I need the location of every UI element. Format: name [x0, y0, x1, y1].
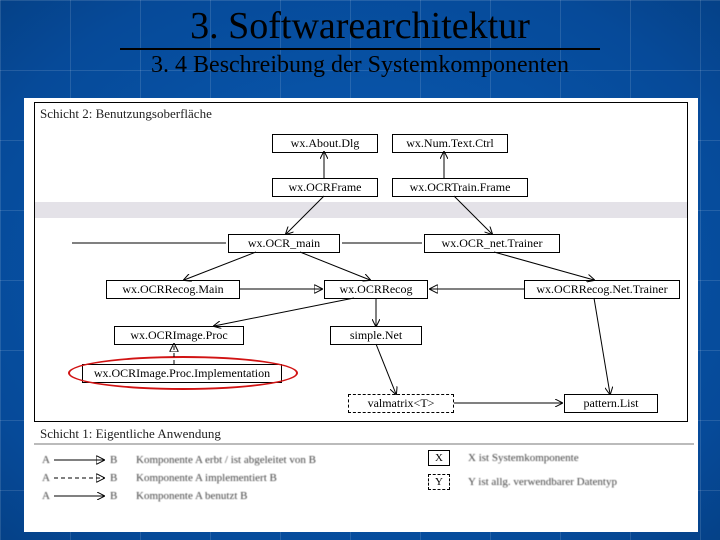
- comp-simple-net: simple.Net: [330, 326, 422, 345]
- legend-a-2: A: [42, 472, 50, 484]
- page-subtitle: 3. 4 Beschreibung der Systemkomponenten: [0, 52, 720, 79]
- legend-b-1: B: [110, 454, 117, 466]
- comp-ocr-image-proc: wx.OCRImage.Proc: [114, 326, 244, 345]
- comp-num-text-ctrl: wx.Num.Text.Ctrl: [392, 134, 508, 153]
- legend-a-3: A: [42, 490, 50, 502]
- legend-x-box: X: [428, 450, 450, 466]
- comp-valmatrix: valmatrix<T>: [348, 394, 454, 413]
- legend-text-2: Komponente A implementiert B: [136, 472, 277, 484]
- comp-ocr-frame: wx.OCRFrame: [272, 178, 378, 197]
- highlight-ellipse: [68, 356, 298, 390]
- comp-ocr-main: wx.OCR_main: [228, 234, 340, 253]
- legend-b-2: B: [110, 472, 117, 484]
- legend-y-box: Y: [428, 474, 450, 490]
- legend-text-1: Komponente A erbt / ist abgeleitet von B: [136, 454, 316, 466]
- comp-ocr-recog-main: wx.OCRRecog.Main: [106, 280, 240, 299]
- layer-2-caption: Schicht 2: Benutzungsoberfläche: [40, 106, 212, 122]
- layer-separator: [35, 202, 687, 218]
- page-title: 3. Softwarearchitektur: [0, 0, 720, 48]
- comp-pattern-list: pattern.List: [564, 394, 658, 413]
- architecture-diagram: Schicht 2: Benutzungsoberfläche Schicht …: [24, 98, 698, 532]
- layer-1-caption: Schicht 1: Eigentliche Anwendung: [40, 426, 221, 442]
- comp-ocr-net-trainer: wx.OCR_net.Trainer: [424, 234, 560, 253]
- legend-y-text: Y ist allg. verwendbarer Datentyp: [468, 476, 617, 488]
- legend-b-3: B: [110, 490, 117, 502]
- legend-x-text: X ist Systemkomponente: [468, 452, 579, 464]
- comp-ocr-recog: wx.OCRRecog: [324, 280, 428, 299]
- legend-a-1: A: [42, 454, 50, 466]
- comp-ocr-recog-net-trainer: wx.OCRRecog.Net.Trainer: [524, 280, 680, 299]
- comp-ocr-train-frame: wx.OCRTrain.Frame: [392, 178, 528, 197]
- legend-text-3: Komponente A benutzt B: [136, 490, 248, 502]
- comp-about-dlg: wx.About.Dlg: [272, 134, 378, 153]
- title-underline: [120, 48, 600, 50]
